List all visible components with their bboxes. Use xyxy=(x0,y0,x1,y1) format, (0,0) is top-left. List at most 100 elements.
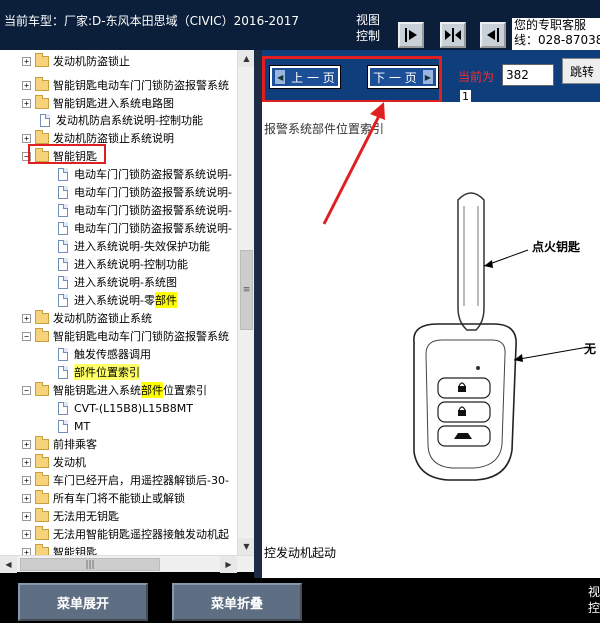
document-icon xyxy=(58,419,68,433)
tree-item[interactable]: 电动车门门锁防盗报警系统说明- xyxy=(58,201,232,219)
tree-item[interactable]: CVT-(L15B8)L15B8MT xyxy=(58,399,193,417)
expand-icon[interactable]: + xyxy=(22,457,31,467)
scroll-right-icon[interactable]: ▶ xyxy=(220,556,237,573)
folder-icon xyxy=(35,507,49,522)
document-icon xyxy=(40,113,50,127)
document-icon xyxy=(58,275,68,289)
menu-collapse-button[interactable]: 菜单折叠 xyxy=(172,583,302,621)
expand-icon[interactable]: + xyxy=(22,313,31,323)
tree-item[interactable]: + 智能钥匙电动车门门锁防盗报警系统 xyxy=(22,76,229,94)
tree-item[interactable]: 进入系统说明-零 部件 xyxy=(58,291,177,309)
expand-icon[interactable]: + xyxy=(22,475,31,485)
expand-icon[interactable]: + xyxy=(22,511,31,521)
next-page-button[interactable]: 下 一 页 ▶ xyxy=(367,65,439,89)
document-icon xyxy=(58,239,68,253)
tree-item[interactable]: 发动机防启系统说明-控制功能 xyxy=(40,111,203,129)
scroll-down-icon[interactable]: ▼ xyxy=(238,538,255,555)
expand-icon[interactable]: + xyxy=(22,439,31,449)
view-control-label: 视图控制 xyxy=(356,13,381,43)
tree-item[interactable]: + 无法用无钥匙 xyxy=(22,507,119,525)
customer-service-info: 您的专职客服 线：028-87038 xyxy=(512,18,600,50)
document-icon xyxy=(58,221,68,235)
bottom-right-label: 视控 xyxy=(588,585,600,615)
jump-button[interactable]: 跳转 xyxy=(562,58,600,84)
view-split-button[interactable] xyxy=(440,22,466,48)
view-expand-left-button[interactable] xyxy=(480,22,506,48)
expand-icon[interactable]: + xyxy=(22,133,31,143)
document-icon xyxy=(58,293,68,307)
document-icon xyxy=(58,203,68,217)
tree-item[interactable]: 进入系统说明-控制功能 xyxy=(58,255,188,273)
menu-expand-button[interactable]: 菜单展开 xyxy=(18,583,148,621)
tree-item-active[interactable]: 部件位置索引 xyxy=(58,363,140,381)
arrow-left-bar-icon xyxy=(487,28,499,42)
folder-icon xyxy=(35,381,49,396)
folder-icon xyxy=(35,453,49,468)
service-line-2: 线：028-87038 xyxy=(514,33,600,47)
service-line-1: 您的专职客服 xyxy=(514,18,587,32)
search-highlight: 部件 xyxy=(154,292,177,308)
arrow-left-icon: ◀ xyxy=(275,70,286,84)
tree-vertical-scrollbar[interactable]: ▲ ≡ ▼ xyxy=(237,50,255,555)
tree-item[interactable]: 电动车门门锁防盗报警系统说明- xyxy=(58,183,232,201)
vehicle-title: 当前车型：厂家:D-东风本田思域（CIVIC）2016-2017 xyxy=(4,14,300,28)
tree-item[interactable]: + 发动机 xyxy=(22,453,86,471)
tree-item[interactable]: 进入系统说明-系统图 xyxy=(58,273,177,291)
tree-item[interactable]: 触发传感器调用 xyxy=(58,345,151,363)
document-icon xyxy=(58,257,68,271)
expand-icon[interactable]: + xyxy=(22,529,31,539)
tree-item[interactable]: 电动车门门锁防盗报警系统说明- xyxy=(58,165,232,183)
tree-item[interactable]: + 所有车门将不能锁止或解锁 xyxy=(22,489,185,507)
tree-item[interactable]: + 发动机防盗锁止 xyxy=(22,52,130,70)
tree-item[interactable]: − 智能钥匙电动车门门锁防盗报警系统 xyxy=(22,327,229,345)
document-footer-text: 控发动机起动 xyxy=(264,546,337,560)
ignition-key-callout: 点火钥匙 xyxy=(532,240,581,254)
collapse-icon[interactable]: − xyxy=(22,385,31,395)
page-number-input[interactable]: 382 xyxy=(502,64,554,86)
prev-page-button[interactable]: ◀ 上 一 页 xyxy=(269,65,341,89)
folder-icon xyxy=(35,309,49,324)
tree-item[interactable]: + 车门已经开启，用遥控器解锁后-30- xyxy=(22,471,229,489)
folder-icon xyxy=(35,94,49,109)
scroll-thumb[interactable]: ≡ xyxy=(240,250,253,330)
smart-key-diagram xyxy=(322,102,589,481)
split-arrows-icon xyxy=(445,28,461,42)
folder-icon xyxy=(35,52,49,67)
current-page-label: 当前为 xyxy=(458,70,495,84)
folder-icon xyxy=(35,129,49,144)
document-icon xyxy=(58,167,68,181)
expand-icon[interactable]: + xyxy=(22,56,31,66)
panel-divider[interactable] xyxy=(254,50,262,578)
annotation-box-tree xyxy=(28,144,106,164)
document-icon xyxy=(58,347,68,361)
folder-icon xyxy=(35,471,49,486)
arrow-right-bar-icon xyxy=(405,28,417,42)
search-highlight: 部件 xyxy=(141,382,163,398)
arrow-right-icon: ▶ xyxy=(422,70,433,84)
expand-icon[interactable]: + xyxy=(22,493,31,503)
tree-item[interactable]: 进入系统说明-失效保护功能 xyxy=(58,237,210,255)
folder-icon xyxy=(35,327,49,342)
menu-tree: + 发动机防盗锁止 + 智能钥匙电动车门门锁防盗报警系统 + 智能钥匙进入系统电路图 … xyxy=(0,50,254,570)
tree-item[interactable]: + 无法用智能钥匙遥控器接触发动机起 xyxy=(22,525,229,543)
tree-horizontal-scrollbar[interactable]: ◀ ||| ▶ xyxy=(0,555,254,573)
scroll-left-icon[interactable]: ◀ xyxy=(0,556,17,573)
tree-item[interactable]: + 发动机防盗锁止系统 xyxy=(22,309,152,327)
tree-item[interactable]: + 前排乘客 xyxy=(22,435,97,453)
tree-item[interactable]: MT xyxy=(58,417,90,435)
folder-icon xyxy=(35,435,49,450)
expand-icon[interactable]: + xyxy=(22,98,31,108)
scroll-thumb-horizontal[interactable]: ||| xyxy=(20,558,160,571)
scroll-up-icon[interactable]: ▲ xyxy=(238,50,255,67)
tree-item[interactable]: + 智能钥匙进入系统电路图 xyxy=(22,94,174,112)
folder-icon xyxy=(35,76,49,91)
folder-icon xyxy=(35,489,49,504)
right-callout: 无 xyxy=(584,342,597,356)
tree-item[interactable]: 电动车门门锁防盗报警系统说明- xyxy=(58,219,232,237)
tree-item[interactable]: − 智能钥匙进入系统 部件 位置索引 xyxy=(22,381,207,399)
document-viewer: 报警系统部件位置索引 点火钥匙 无 控发动机起动 xyxy=(262,102,600,578)
collapse-icon[interactable]: − xyxy=(22,331,31,341)
document-icon xyxy=(58,365,68,379)
view-expand-right-button[interactable] xyxy=(398,22,424,48)
expand-icon[interactable]: + xyxy=(22,80,31,90)
